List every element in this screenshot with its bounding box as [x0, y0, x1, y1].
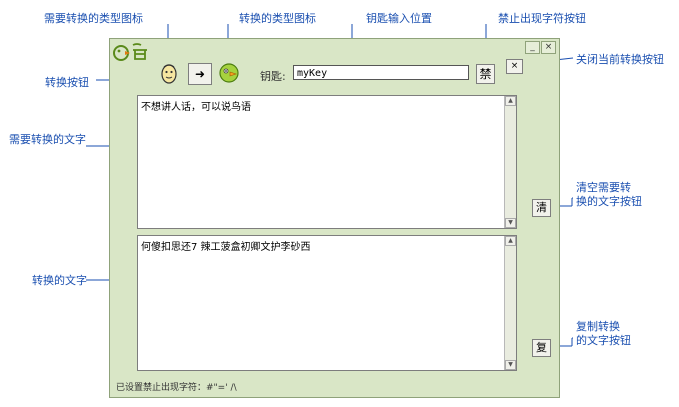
- converted-text-area[interactable]: 何傻扣思还7 辣工菠盒初卿文护李砂西 ▲ ▼: [137, 235, 517, 371]
- human-face-icon[interactable]: [158, 62, 180, 84]
- callout-close-conversion-button: 关闭当前转换按钮: [576, 53, 664, 66]
- clear-button[interactable]: 清: [532, 199, 551, 217]
- callout-source-text: 需要转换的文字: [9, 133, 86, 146]
- bird-logo-icon: [113, 43, 147, 61]
- source-text: 不想讲人话，可以说鸟语: [141, 102, 251, 113]
- app-window: _ × ➜ 钥匙: myKey 禁 × 不想讲人话，可以说鸟语 ▲ ▼ 清 何傻…: [109, 38, 560, 398]
- scroll-up-icon[interactable]: ▲: [505, 236, 516, 246]
- scroll-down-icon[interactable]: ▼: [505, 218, 516, 228]
- convert-button[interactable]: ➜: [188, 63, 212, 85]
- window-close-button[interactable]: ×: [541, 41, 556, 54]
- status-bar: 已设置禁止出现字符：#"=' /\: [116, 383, 237, 393]
- bird-face-icon[interactable]: [218, 62, 240, 84]
- scroll-up-icon[interactable]: ▲: [505, 96, 516, 106]
- minimize-button[interactable]: _: [525, 41, 540, 54]
- key-input[interactable]: myKey: [293, 65, 469, 80]
- key-label: 钥匙:: [260, 70, 286, 83]
- callout-target-type-icon: 转换的类型图标: [239, 12, 316, 25]
- callout-convert-button: 转换按钮: [45, 76, 89, 89]
- copy-button[interactable]: 复: [532, 339, 551, 357]
- converted-text: 何傻扣思还7 辣工菠盒初卿文护李砂西: [141, 242, 311, 253]
- callout-ban-char-button: 禁止出现字符按钮: [498, 12, 586, 25]
- scroll-down-icon[interactable]: ▼: [505, 360, 516, 370]
- source-scrollbar[interactable]: ▲ ▼: [504, 96, 516, 228]
- callout-source-type-icon: 需要转换的类型图标: [44, 12, 143, 25]
- converted-scrollbar[interactable]: ▲ ▼: [504, 236, 516, 370]
- ban-char-button[interactable]: 禁: [476, 64, 495, 84]
- source-text-area[interactable]: 不想讲人话，可以说鸟语 ▲ ▼: [137, 95, 517, 229]
- callout-copy-button-line2: 的文字按钮: [576, 334, 631, 347]
- close-conversion-button[interactable]: ×: [506, 59, 523, 74]
- callout-key-input-location: 钥匙输入位置: [366, 12, 432, 25]
- callout-clear-button-line2: 换的文字按钮: [576, 195, 642, 208]
- callout-converted-text: 转换的文字: [32, 274, 87, 287]
